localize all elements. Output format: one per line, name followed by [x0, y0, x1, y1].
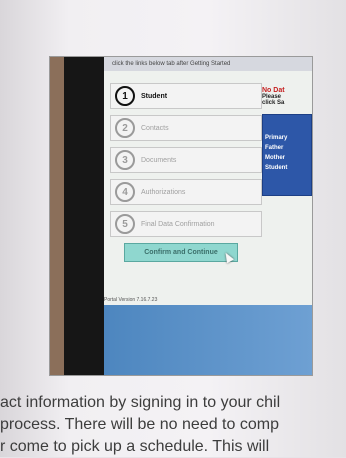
step-list: 1 Student 2 Contacts 3 Documents 4 Autho… [110, 83, 262, 243]
body-line: act information by signing in to your ch… [0, 394, 281, 411]
contacts-box: Primary Father Mother Student [262, 114, 312, 196]
body-text: act information by signing in to your ch… [0, 392, 346, 458]
right-panel: No Dat Please click Sa Primary Father Mo… [262, 87, 312, 196]
step-label: Contacts [141, 124, 169, 132]
step-label: Authorizations [141, 188, 186, 196]
step-student[interactable]: 1 Student [110, 83, 262, 109]
contact-mother: Mother [265, 155, 285, 161]
step-label: Final Data Confirmation [141, 220, 215, 228]
contact-primary: Primary [265, 135, 288, 141]
portal-screen: click the links below tab after Getting … [104, 57, 312, 375]
step-authorizations[interactable]: 4 Authorizations [110, 179, 262, 205]
portal-footer [104, 305, 312, 375]
step-number: 3 [115, 150, 135, 170]
step-number: 2 [115, 118, 135, 138]
step-documents[interactable]: 3 Documents [110, 147, 262, 173]
monitor-bezel [64, 57, 104, 375]
contact-father: Father [265, 145, 284, 151]
contact-student: Student [265, 165, 288, 171]
confirm-and-continue-button[interactable]: Confirm and Continue [124, 243, 238, 262]
step-label: Documents [141, 156, 177, 164]
step-label: Student [141, 92, 168, 100]
photo-of-screen: click the links below tab after Getting … [50, 57, 312, 375]
panel-warning: No Dat [262, 87, 285, 94]
portal-version: Portal Version 7.16.7.23 [104, 297, 158, 303]
step-final-data-confirmation[interactable]: 5 Final Data Confirmation [110, 211, 262, 237]
step-number: 4 [115, 182, 135, 202]
panel-line: click Sa [262, 100, 285, 106]
step-number: 1 [115, 86, 135, 106]
step-number: 5 [115, 214, 135, 234]
body-line: process. There will be no need to comp [0, 416, 279, 433]
body-line: r come to pick up a schedule. This will [0, 438, 270, 455]
portal-top-banner: click the links below tab after Getting … [104, 57, 312, 71]
step-contacts[interactable]: 2 Contacts [110, 115, 262, 141]
